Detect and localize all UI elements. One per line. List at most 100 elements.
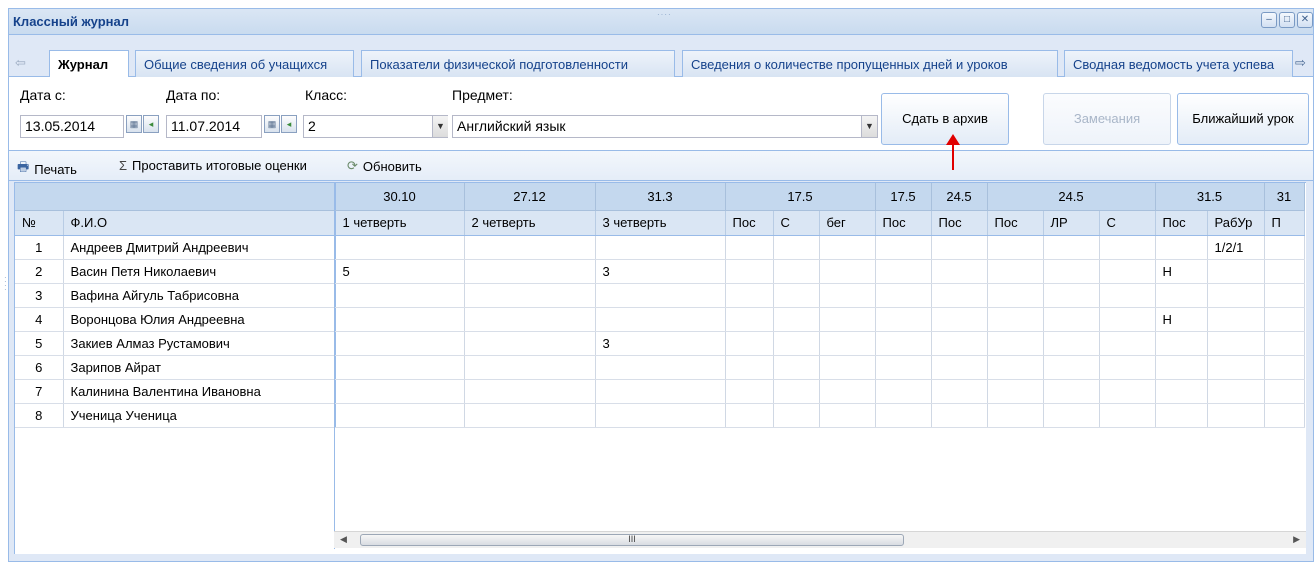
grade-cell[interactable] bbox=[875, 235, 932, 260]
grade-cell[interactable] bbox=[464, 283, 596, 308]
column-header[interactable]: С bbox=[1099, 210, 1156, 236]
tab-students-info[interactable]: Общие сведения об учащихся bbox=[135, 50, 354, 77]
grade-cell[interactable] bbox=[819, 379, 876, 404]
grade-cell[interactable] bbox=[1043, 259, 1100, 284]
grade-cell[interactable] bbox=[931, 235, 988, 260]
grade-cell[interactable] bbox=[773, 235, 820, 260]
grade-cell[interactable] bbox=[1099, 283, 1156, 308]
grade-cell[interactable] bbox=[987, 283, 1044, 308]
grade-cell[interactable] bbox=[1155, 355, 1208, 380]
column-header[interactable]: Пос bbox=[875, 210, 932, 236]
grade-cell[interactable] bbox=[1207, 259, 1265, 284]
grade-cell[interactable] bbox=[335, 283, 465, 308]
grade-cell[interactable] bbox=[1207, 307, 1265, 332]
grade-cell[interactable] bbox=[335, 355, 465, 380]
grade-cell[interactable]: 3 bbox=[595, 331, 726, 356]
column-header[interactable]: РабУр bbox=[1207, 210, 1265, 236]
tab-physical-fitness[interactable]: Показатели физической подготовленности bbox=[361, 50, 675, 77]
column-header[interactable]: 1 четверть bbox=[335, 210, 465, 236]
grade-cell[interactable] bbox=[773, 403, 820, 428]
grade-cell[interactable] bbox=[875, 259, 932, 284]
grade-cell[interactable] bbox=[725, 307, 774, 332]
table-row[interactable]: 4 Воронцова Юлия Андреевна Н bbox=[15, 307, 1305, 332]
print-button[interactable]: 🖶 Печать bbox=[17, 158, 77, 180]
remarks-button[interactable]: Замечания bbox=[1043, 93, 1171, 145]
final-grades-button[interactable]: Σ Проставить итоговые оценки bbox=[119, 158, 307, 173]
grade-cell[interactable] bbox=[725, 283, 774, 308]
grade-cell[interactable] bbox=[819, 355, 876, 380]
grade-cell[interactable] bbox=[987, 355, 1044, 380]
grade-cell[interactable] bbox=[1043, 235, 1100, 260]
class-select[interactable]: 2 bbox=[303, 115, 448, 138]
grade-cell[interactable] bbox=[773, 259, 820, 284]
tab-journal[interactable]: Журнал bbox=[49, 50, 129, 78]
grade-cell[interactable] bbox=[595, 379, 726, 404]
grade-cell[interactable] bbox=[1264, 379, 1305, 404]
grade-cell[interactable] bbox=[819, 331, 876, 356]
resize-grip-icon[interactable]: · · · · bbox=[4, 274, 7, 294]
grade-cell[interactable]: 1/2/1 bbox=[1207, 235, 1265, 260]
close-button[interactable]: ✕ bbox=[1297, 12, 1313, 28]
grade-cell[interactable] bbox=[335, 379, 465, 404]
grade-cell[interactable] bbox=[987, 331, 1044, 356]
date-from-calendar-button[interactable]: ▦ ◂ bbox=[126, 115, 160, 137]
grade-cell[interactable] bbox=[773, 283, 820, 308]
grade-cell[interactable] bbox=[987, 379, 1044, 404]
scroll-right-icon[interactable]: ▶ bbox=[1293, 534, 1300, 545]
column-header[interactable]: № bbox=[15, 210, 64, 236]
table-row[interactable]: 2 Васин Петя Николаевич 5 3 Н bbox=[15, 259, 1305, 284]
grade-cell[interactable] bbox=[464, 235, 596, 260]
scrollbar-thumb[interactable]: III bbox=[360, 534, 904, 546]
date-to-calendar-button[interactable]: ▦ ◂ bbox=[264, 115, 298, 137]
grade-cell[interactable] bbox=[1264, 331, 1305, 356]
date-to-field[interactable]: 11.07.2014 bbox=[166, 115, 262, 138]
grade-cell[interactable] bbox=[931, 307, 988, 332]
grade-cell[interactable] bbox=[875, 307, 932, 332]
grade-cell[interactable] bbox=[1155, 379, 1208, 404]
grade-cell[interactable]: Н bbox=[1155, 307, 1208, 332]
scroll-left-icon[interactable]: ◀ bbox=[340, 534, 347, 545]
grade-cell[interactable] bbox=[335, 307, 465, 332]
grade-cell[interactable] bbox=[464, 331, 596, 356]
column-header[interactable]: Пос bbox=[725, 210, 774, 236]
grade-cell[interactable] bbox=[875, 331, 932, 356]
chevron-down-icon[interactable]: ▼ bbox=[861, 116, 877, 137]
grade-cell[interactable] bbox=[1043, 307, 1100, 332]
tab-scroll-left-icon[interactable]: ⇦ bbox=[15, 55, 26, 71]
column-header[interactable]: С bbox=[773, 210, 820, 236]
table-row[interactable]: 8 Ученица Ученица bbox=[15, 403, 1305, 428]
grade-cell[interactable] bbox=[595, 307, 726, 332]
column-header[interactable]: 3 четверть bbox=[595, 210, 726, 236]
grade-cell[interactable] bbox=[464, 307, 596, 332]
table-row[interactable]: 7 Калинина Валентина Ивановна bbox=[15, 379, 1305, 404]
grade-cell[interactable] bbox=[1155, 235, 1208, 260]
date-from-field[interactable]: 13.05.2014 bbox=[20, 115, 124, 138]
column-header[interactable]: 2 четверть bbox=[464, 210, 596, 236]
grade-cell[interactable] bbox=[725, 379, 774, 404]
archive-button[interactable]: Сдать в архив bbox=[881, 93, 1009, 145]
grade-cell[interactable] bbox=[1099, 235, 1156, 260]
grade-cell[interactable] bbox=[773, 355, 820, 380]
grade-cell[interactable] bbox=[931, 331, 988, 356]
table-row[interactable]: 3 Вафина Айгуль Табрисовна bbox=[15, 283, 1305, 308]
grade-cell[interactable] bbox=[464, 379, 596, 404]
grade-cell[interactable] bbox=[1043, 379, 1100, 404]
column-header[interactable]: Ф.И.О bbox=[63, 210, 336, 236]
grade-cell[interactable] bbox=[875, 379, 932, 404]
grade-cell[interactable] bbox=[1264, 259, 1305, 284]
column-header[interactable]: бег bbox=[819, 210, 876, 236]
grade-cell[interactable] bbox=[725, 259, 774, 284]
grade-cell[interactable] bbox=[773, 379, 820, 404]
grade-cell[interactable] bbox=[1099, 307, 1156, 332]
grade-cell[interactable] bbox=[595, 403, 726, 428]
grade-cell[interactable] bbox=[819, 403, 876, 428]
grade-cell[interactable] bbox=[1264, 235, 1305, 260]
grade-cell[interactable]: Н bbox=[1155, 259, 1208, 284]
grade-cell[interactable] bbox=[1043, 283, 1100, 308]
grade-cell[interactable] bbox=[595, 235, 726, 260]
grade-cell[interactable] bbox=[931, 355, 988, 380]
grade-cell[interactable] bbox=[819, 259, 876, 284]
column-header[interactable]: Пос bbox=[1155, 210, 1208, 236]
grade-cell[interactable] bbox=[987, 259, 1044, 284]
maximize-button[interactable]: □ bbox=[1279, 12, 1295, 28]
